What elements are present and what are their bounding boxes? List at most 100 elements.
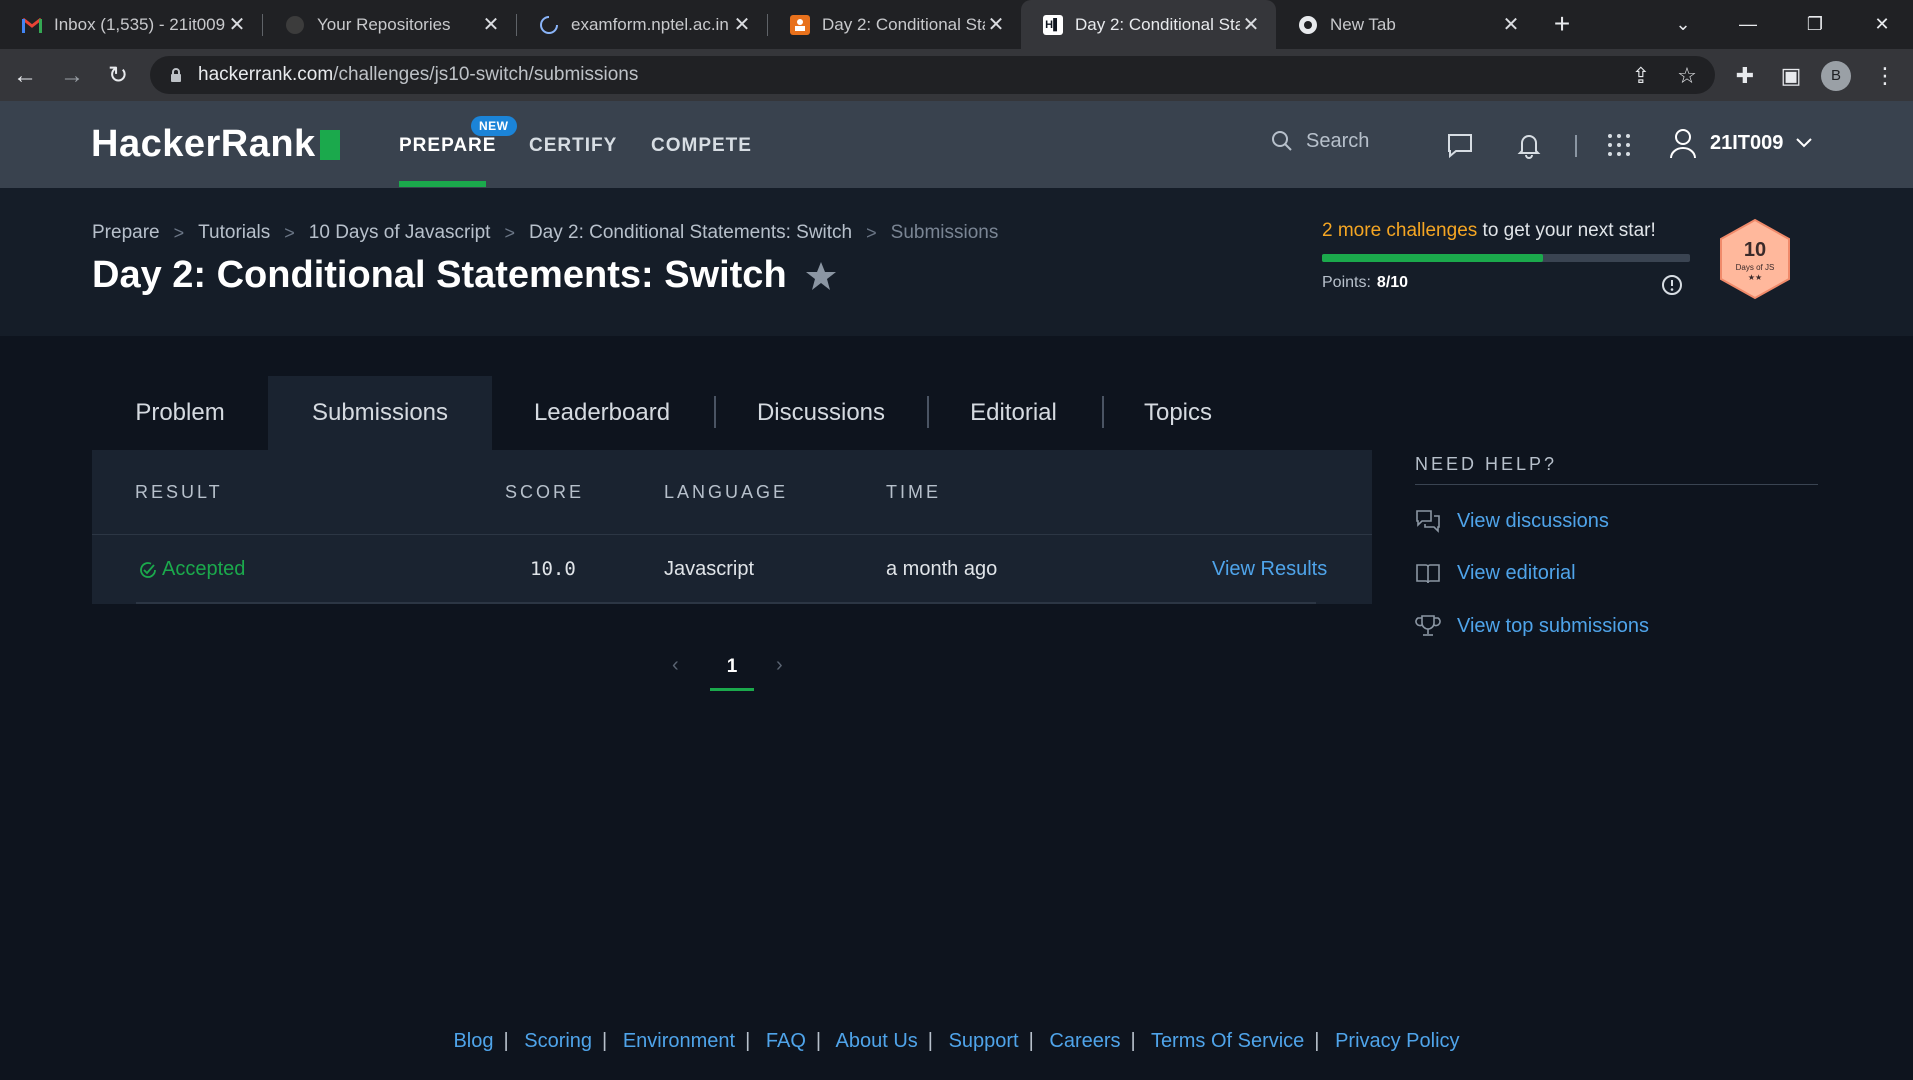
reload-icon[interactable]: ↻	[103, 61, 133, 91]
time-cell: a month ago	[886, 558, 998, 580]
nav-certify[interactable]: CERTIFY	[529, 135, 617, 157]
notifications-bell-icon[interactable]	[1513, 129, 1545, 161]
tab-title: Inbox (1,535) - 21it009	[54, 14, 226, 34]
footer-about-us[interactable]: About Us	[836, 1030, 918, 1052]
footer-faq[interactable]: FAQ	[766, 1030, 806, 1052]
breadcrumb-tutorials[interactable]: Tutorials	[198, 222, 270, 244]
breadcrumb-10-days-js[interactable]: 10 Days of Javascript	[309, 222, 491, 244]
browser-tab-newtab[interactable]: New Tab ✕	[1276, 0, 1536, 49]
browser-tab-hackerrank-1[interactable]: Day 2: Conditional Sta ✕	[768, 0, 1021, 49]
tab-title: Day 2: Conditional Sta	[822, 14, 985, 34]
next-page-icon[interactable]: ›	[776, 654, 783, 677]
new-tab-button[interactable]: +	[1546, 8, 1578, 40]
chevron-down-icon	[1796, 138, 1813, 148]
nav-compete[interactable]: COMPETE	[651, 135, 752, 157]
footer-support[interactable]: Support	[949, 1030, 1019, 1052]
view-top-submissions-link[interactable]: View top submissions	[1415, 613, 1649, 639]
browser-tab-strip: Inbox (1,535) - 21it009 ✕ Your Repositor…	[0, 0, 1913, 49]
footer-blog[interactable]: Blog	[453, 1030, 493, 1052]
progress-message: 2 more challenges to get your next star!	[1322, 220, 1656, 241]
tab-discussions[interactable]: Discussions	[734, 376, 908, 450]
footer-careers[interactable]: Careers	[1049, 1030, 1120, 1052]
address-bar[interactable]: hackerrank.com/challenges/js10-switch/su…	[150, 56, 1715, 94]
close-icon[interactable]: ✕	[731, 12, 753, 37]
logo-text: HackerRank	[91, 123, 316, 165]
breadcrumb: Prepare > Tutorials > 10 Days of Javascr…	[92, 222, 998, 244]
badge-hexagon[interactable]: 10 Days of JS ★★	[1715, 218, 1795, 300]
language-cell: Javascript	[664, 558, 755, 580]
page-title: Day 2: Conditional Statements: Switch	[92, 254, 787, 296]
book-icon	[1416, 564, 1440, 584]
prev-page-icon[interactable]: ‹	[672, 654, 679, 677]
search-input[interactable]: Search	[1270, 129, 1369, 153]
close-icon[interactable]: ✕	[1240, 12, 1262, 37]
info-icon[interactable]	[1660, 273, 1684, 297]
view-editorial-link[interactable]: View editorial	[1415, 561, 1576, 585]
badge-text: Days of JS	[1736, 263, 1775, 272]
tab-submissions[interactable]: Submissions	[268, 376, 492, 450]
hackerrank-icon: H▌	[1043, 14, 1063, 35]
column-header-language: LANGUAGE	[664, 482, 789, 502]
browser-toolbar: ← → ↻ hackerrank.com/challenges/js10-swi…	[0, 49, 1913, 101]
footer-scoring[interactable]: Scoring	[524, 1030, 592, 1052]
nav-prepare[interactable]: PREPARE	[399, 135, 496, 157]
result-cell: Accepted	[138, 558, 245, 581]
tab-topics[interactable]: Topics	[1120, 376, 1236, 450]
browser-tab-hackerrank-active[interactable]: H▌ Day 2: Conditional Sta ✕	[1021, 0, 1276, 49]
gmail-icon	[22, 15, 42, 35]
share-icon[interactable]: ⇪	[1626, 61, 1656, 91]
tab-search-icon[interactable]: ⌄	[1663, 8, 1703, 40]
badge-number: 10	[1744, 239, 1766, 261]
browser-tab-nptel[interactable]: examform.nptel.ac.in ✕	[517, 0, 767, 49]
restore-icon[interactable]: ❐	[1795, 8, 1835, 40]
footer-privacy[interactable]: Privacy Policy	[1335, 1030, 1459, 1052]
username: 21IT009	[1710, 131, 1784, 154]
breadcrumb-challenge[interactable]: Day 2: Conditional Statements: Switch	[529, 222, 852, 244]
more-options-icon[interactable]: ⋮	[1870, 61, 1900, 91]
messages-icon[interactable]	[1444, 129, 1476, 161]
loading-icon	[539, 15, 559, 35]
extensions-icon[interactable]: ✚	[1730, 61, 1760, 91]
chevron-right-icon: >	[504, 222, 515, 243]
browser-tab-github[interactable]: Your Repositories ✕	[263, 0, 516, 49]
link-text: View editorial	[1457, 561, 1576, 584]
badge-stars-icon: ★★	[1748, 273, 1762, 282]
close-icon[interactable]: ✕	[226, 12, 248, 37]
search-icon	[1272, 131, 1292, 151]
page-number-current[interactable]: 1	[710, 656, 754, 678]
footer-terms[interactable]: Terms Of Service	[1151, 1030, 1304, 1052]
submissions-table: RESULT SCORE LANGUAGE TIME Accepted 10.0…	[92, 450, 1372, 604]
lock-icon	[171, 68, 181, 82]
window-close-icon[interactable]: ✕	[1862, 8, 1902, 40]
side-panel-icon[interactable]: ▣	[1776, 61, 1806, 91]
user-menu[interactable]: 21IT009	[1668, 127, 1813, 159]
trophy-icon	[1415, 615, 1441, 636]
back-icon[interactable]: ←	[10, 61, 40, 91]
browser-tab-gmail[interactable]: Inbox (1,535) - 21it009 ✕	[0, 0, 262, 49]
challenge-header: Prepare > Tutorials > 10 Days of Javascr…	[0, 188, 1913, 336]
star-icon[interactable]	[805, 261, 837, 291]
need-help-heading: NEED HELP?	[1415, 454, 1558, 474]
hackerrank-logo[interactable]: HackerRank	[91, 123, 340, 166]
tab-problem[interactable]: Problem	[92, 376, 268, 450]
bookmark-star-icon[interactable]: ☆	[1672, 61, 1702, 91]
view-discussions-link[interactable]: View discussions	[1415, 509, 1609, 533]
tab-leaderboard[interactable]: Leaderboard	[510, 376, 694, 450]
link-text: View top submissions	[1457, 614, 1649, 637]
close-icon[interactable]: ✕	[985, 12, 1007, 37]
breadcrumb-prepare[interactable]: Prepare	[92, 222, 160, 244]
apps-grid-icon[interactable]	[1603, 129, 1635, 161]
footer-environment[interactable]: Environment	[623, 1030, 735, 1052]
score-cell: 10.0	[530, 558, 576, 580]
profile-avatar[interactable]: B	[1821, 61, 1851, 91]
user-icon	[1670, 129, 1696, 159]
forward-icon[interactable]: →	[57, 61, 87, 91]
minimize-icon[interactable]: —	[1728, 8, 1768, 40]
close-icon[interactable]: ✕	[480, 12, 502, 37]
tab-title: examform.nptel.ac.in	[571, 14, 729, 34]
tab-editorial[interactable]: Editorial	[946, 376, 1081, 450]
progress-fill	[1322, 254, 1543, 262]
close-icon[interactable]: ✕	[1500, 12, 1522, 37]
result-text: Accepted	[162, 558, 246, 580]
view-results-link[interactable]: View Results	[1212, 558, 1327, 581]
